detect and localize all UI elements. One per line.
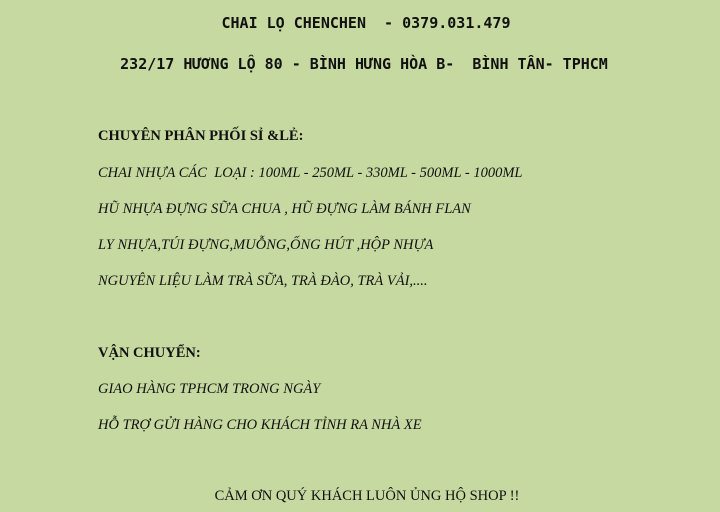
shipping-item-sameday: GIAO HÀNG TPHCM TRONG NGÀY xyxy=(98,381,321,397)
shipping-heading: VẬN CHUYỂN: xyxy=(98,345,201,361)
product-item-jars: HŨ NHỰA ĐỰNG SỮA CHUA , HŨ ĐỰNG LÀM BÁNH… xyxy=(98,201,471,217)
products-heading: CHUYÊN PHÂN PHỐI SỈ &LẺ: xyxy=(98,128,304,144)
thank-you-message: CẢM ƠN QUÝ KHÁCH LUÔN ỦNG HỘ SHOP !! xyxy=(214,488,520,504)
product-item-cups: LY NHỰA,TÚI ĐỰNG,MUỖNG,ỐNG HÚT ,HỘP NHỰA xyxy=(98,237,434,253)
product-item-ingredients: NGUYÊN LIỆU LÀM TRÀ SỮA, TRÀ ĐÀO, TRÀ VẢ… xyxy=(98,273,428,289)
shop-title: CHAI LỌ CHENCHEN - 0379.031.479 xyxy=(221,14,511,32)
shipping-item-province: HỖ TRỢ GỬI HÀNG CHO KHÁCH TỈNH RA NHÀ XE xyxy=(98,417,422,433)
shop-address: 232/17 HƯƠNG LỘ 80 - BÌNH HƯNG HÒA B- BÌ… xyxy=(120,55,608,73)
product-item-bottles: CHAI NHỰA CÁC LOẠI : 100ML - 250ML - 330… xyxy=(98,165,523,181)
